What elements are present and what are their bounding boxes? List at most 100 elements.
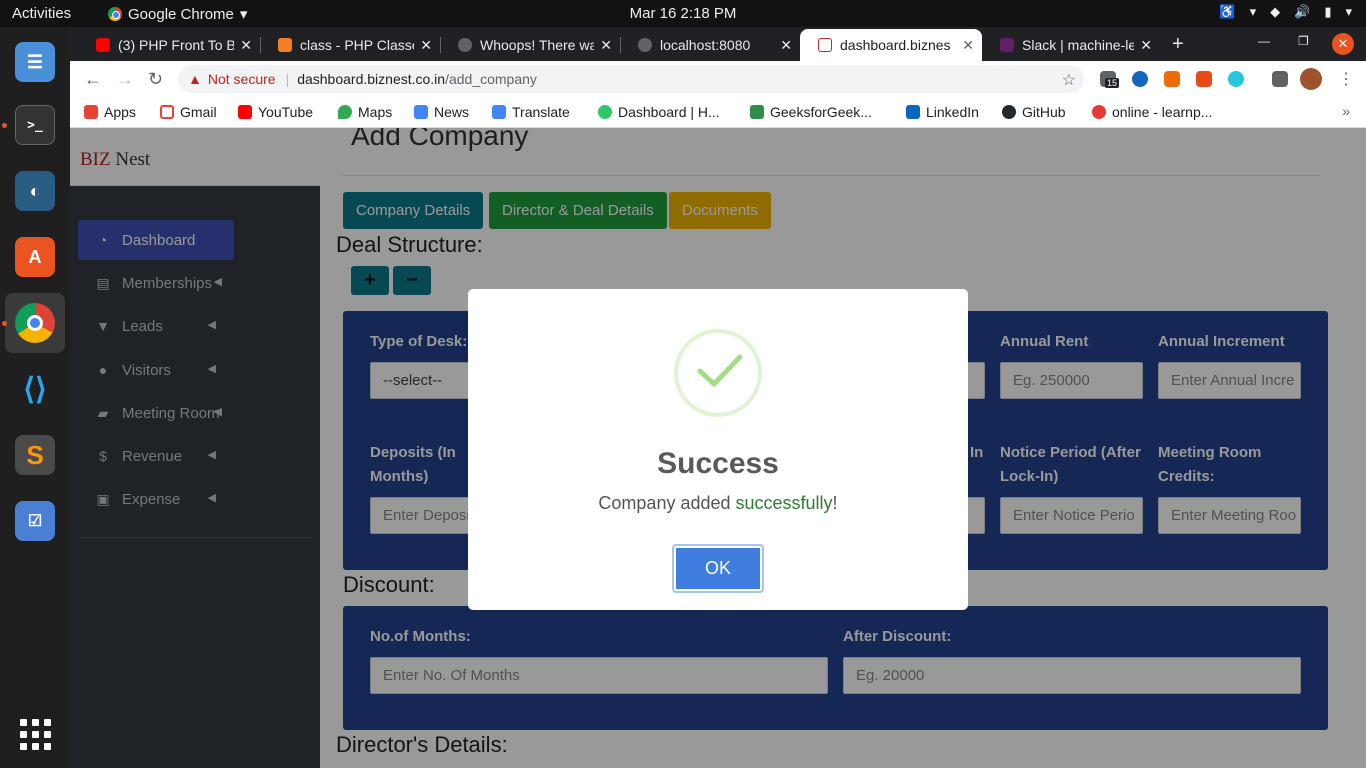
- tab-title: (3) PHP Front To B: [118, 37, 235, 53]
- stackoverflow-icon: [278, 38, 292, 52]
- system-top-bar: Activities Google Chrome ▾ Mar 16 2:18 P…: [0, 0, 1366, 27]
- url-host: dashboard.biznest.co.in: [297, 71, 446, 87]
- maximize-icon[interactable]: ❐: [1298, 34, 1309, 48]
- forward-arrow-icon[interactable]: →: [116, 69, 134, 90]
- tab-whoops[interactable]: Whoops! There wa ✕: [440, 29, 620, 61]
- ok-button[interactable]: OK: [672, 544, 764, 593]
- more-vertical-icon[interactable]: ⋮: [1338, 69, 1354, 89]
- bookmark-label: LinkedIn: [926, 104, 979, 120]
- tab-php-front[interactable]: (3) PHP Front To B ✕: [78, 29, 260, 61]
- battery-icon[interactable]: ▮: [1324, 4, 1331, 20]
- bookmark-label: GeeksforGeek...: [770, 104, 872, 120]
- dock-tasks[interactable]: ☑: [5, 491, 65, 551]
- dialog-message-part: Company added: [598, 493, 736, 513]
- wifi-icon[interactable]: ◆: [1270, 4, 1280, 20]
- close-icon[interactable]: ✕: [420, 37, 432, 54]
- close-icon[interactable]: ✕: [962, 37, 974, 54]
- dock-software-center[interactable]: A: [5, 227, 65, 287]
- tab-dashboard[interactable]: dashboard.biznes ✕: [800, 29, 982, 61]
- tab-slack[interactable]: Slack | machine-le ✕: [982, 29, 1160, 61]
- dialog-title: Success: [657, 447, 779, 480]
- megaphone-icon[interactable]: [1196, 71, 1212, 87]
- linkedin-icon: [906, 105, 920, 119]
- dialog-message: Company added successfully!: [468, 493, 968, 514]
- accessibility-icon[interactable]: ♿: [1219, 4, 1235, 20]
- youtube-icon: [96, 38, 110, 52]
- dock-vscode[interactable]: ⟨⟩: [5, 359, 65, 419]
- chevron-down-icon: ▾: [1345, 4, 1352, 19]
- file-cabinet-icon: ☰: [15, 42, 55, 82]
- checklist-icon: ☑: [15, 501, 55, 541]
- extension-icon[interactable]: [1228, 71, 1244, 87]
- running-indicator: [2, 123, 7, 128]
- bookmark-label: News: [434, 104, 470, 120]
- bookmark-online[interactable]: online - learnp...: [1092, 104, 1212, 120]
- news-icon: [414, 105, 428, 119]
- app-grid-icon: [19, 718, 51, 750]
- gmail-icon: [160, 105, 174, 119]
- bookmark-apps[interactable]: Apps: [84, 104, 136, 120]
- tab-title: localhost:8080: [660, 37, 751, 53]
- close-icon[interactable]: ✕: [600, 37, 612, 54]
- browser-toolbar: ← → ↻ ▲ Not secure | dashboard.biznest.c…: [70, 61, 1366, 97]
- tab-php-class[interactable]: class - PHP Classe ✕: [260, 29, 440, 61]
- extension-icon[interactable]: [1132, 71, 1148, 87]
- bookmark-geeksforgeeks[interactable]: GeeksforGeek...: [750, 104, 872, 120]
- dock-sublime[interactable]: S: [5, 425, 65, 485]
- bookmark-youtube[interactable]: YouTube: [238, 104, 313, 120]
- chrome-icon: [15, 303, 55, 343]
- tab-localhost[interactable]: localhost:8080 ✕: [620, 29, 800, 61]
- bookmark-maps[interactable]: Maps: [338, 104, 392, 120]
- back-arrow-icon[interactable]: ←: [84, 69, 102, 90]
- warning-triangle-icon[interactable]: ▲: [188, 71, 202, 87]
- hackerrank-icon: [598, 105, 612, 119]
- minimize-icon[interactable]: —: [1258, 34, 1270, 48]
- web-page: BIZ Nest ◔ Dashboard ▤ Memberships ◀ ▼ Leads…: [70, 128, 1366, 768]
- close-icon[interactable]: ✕: [780, 37, 792, 54]
- tab-title: dashboard.biznes: [840, 37, 951, 53]
- url-divider: |: [285, 71, 290, 87]
- bookmarks-overflow-icon[interactable]: »: [1342, 103, 1350, 119]
- url-path: /add_company: [445, 71, 537, 87]
- globe-icon: [458, 38, 472, 52]
- dock-files[interactable]: ☰: [5, 32, 65, 92]
- bookmark-translate[interactable]: Translate: [492, 104, 570, 120]
- success-check-icon: [674, 329, 762, 417]
- close-icon[interactable]: ✕: [240, 37, 252, 54]
- bookmark-github[interactable]: GitHub: [1002, 104, 1066, 120]
- tab-title: Whoops! There wa: [480, 37, 595, 53]
- clock[interactable]: Mar 16 2:18 PM: [0, 5, 1366, 22]
- tab-title: Slack | machine-le: [1022, 37, 1135, 53]
- volume-icon[interactable]: 🔊: [1294, 4, 1310, 20]
- terminal-icon: >_: [15, 105, 55, 145]
- profile-avatar[interactable]: [1300, 68, 1322, 90]
- media-queue-icon[interactable]: [1272, 71, 1288, 87]
- dolphin-icon: ◐: [15, 171, 55, 211]
- globe-icon: [638, 38, 652, 52]
- new-tab-plus-icon[interactable]: +: [1172, 33, 1184, 56]
- dock-mysql-workbench[interactable]: ◐: [5, 161, 65, 221]
- dialog-message-highlight: successfully: [735, 493, 833, 513]
- bookmark-site-icon: [1092, 105, 1106, 119]
- show-applications-button[interactable]: [5, 704, 65, 764]
- dock-chrome[interactable]: [2, 293, 65, 353]
- github-icon: [1002, 105, 1016, 119]
- bookmark-gmail[interactable]: Gmail: [160, 104, 217, 120]
- reload-icon[interactable]: ↻: [148, 69, 163, 90]
- bookmark-label: online - learnp...: [1112, 104, 1213, 120]
- dock-terminal[interactable]: >_: [2, 95, 65, 155]
- address-bar[interactable]: ▲ Not secure | dashboard.biznest.co.in /…: [178, 65, 1084, 93]
- close-icon[interactable]: ✕: [1140, 37, 1152, 54]
- dialog-message-part: !: [832, 493, 838, 513]
- bookmark-dashboard[interactable]: Dashboard | H...: [598, 104, 720, 120]
- biznest-icon: [818, 38, 832, 52]
- bookmark-linkedin[interactable]: LinkedIn: [906, 104, 979, 120]
- extension-icon[interactable]: [1164, 71, 1180, 87]
- window-close-icon[interactable]: ✕: [1332, 33, 1354, 55]
- bookmark-label: Dashboard | H...: [618, 104, 720, 120]
- slack-icon: [1000, 38, 1014, 52]
- bookmark-news[interactable]: News: [414, 104, 469, 120]
- bookmark-star-icon[interactable]: ☆: [1062, 70, 1076, 90]
- system-tray[interactable]: ♿ ▾ ◆ 🔊 ▮ ▾: [1219, 4, 1352, 20]
- security-label[interactable]: Not secure: [208, 71, 276, 87]
